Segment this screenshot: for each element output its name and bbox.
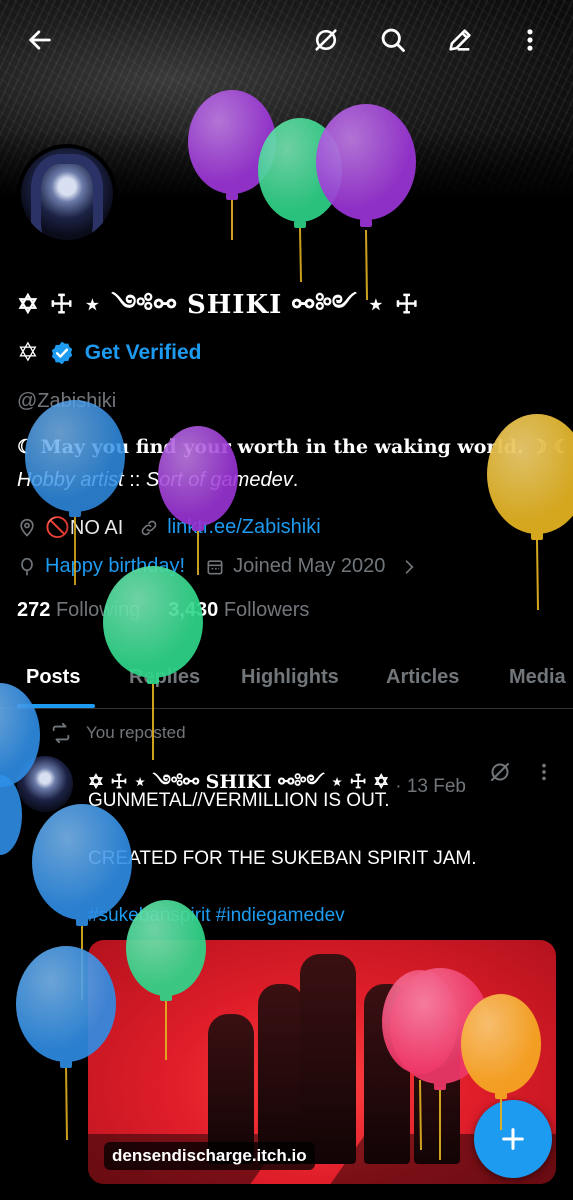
tab-highlights[interactable]: Highlights <box>241 666 339 689</box>
followers-count: 3,430 <box>168 599 219 621</box>
media-figure <box>300 954 356 1164</box>
compose-button[interactable] <box>474 1100 552 1178</box>
meta-row-2: Happy birthday! Joined May 2020 <box>17 555 419 578</box>
grok-icon <box>491 763 509 781</box>
calendar-icon <box>207 559 223 574</box>
post-author-avatar[interactable] <box>17 756 73 812</box>
active-tab-indicator <box>17 704 95 708</box>
post-date: · 13 Feb <box>395 776 466 797</box>
meta-row-1: 🚫NO AI linktr.ee/Zabishiki <box>17 515 321 540</box>
back-button[interactable] <box>16 16 64 64</box>
balloon-icon <box>21 557 33 575</box>
chevron-right-icon[interactable] <box>399 557 419 577</box>
search-icon <box>381 28 405 52</box>
post-hashtags[interactable]: #sukebanspirit #indiegamedev <box>88 905 345 927</box>
media-figure <box>364 984 410 1164</box>
tab-articles[interactable]: Articles <box>386 666 459 689</box>
pentagram-glyph: ✡ <box>17 338 39 368</box>
bio-gamedev: Sort of gamedev <box>145 469 293 491</box>
avatar-hair <box>31 154 103 238</box>
bio-hobby: Hobby artist <box>17 469 124 491</box>
get-verified-link[interactable]: Get Verified <box>85 341 202 365</box>
following-stat[interactable]: 272 Following <box>17 599 140 621</box>
profile-link[interactable]: linktr.ee/Zabishiki <box>167 516 320 539</box>
following-count: 272 <box>17 599 51 621</box>
bio-line-2: Hobby artist :: Sort of gamedev. <box>17 469 298 492</box>
tab-posts[interactable]: Posts <box>26 666 80 689</box>
birthday-text[interactable]: Happy birthday! <box>45 555 185 578</box>
verified-badge-icon[interactable] <box>49 340 75 366</box>
arrow-left-icon <box>29 30 51 50</box>
plus-icon <box>502 1128 524 1150</box>
repost-label: You reposted <box>86 723 186 742</box>
post-grok-button[interactable] <box>486 758 514 786</box>
media-source-label[interactable]: densendischarge.itch.io <box>104 1142 315 1170</box>
bio-line-1: ☾ May you find your worth in the waking … <box>17 436 571 458</box>
profile-tabs: Posts Replies Highlights Articles Media <box>0 655 573 709</box>
post-more-button[interactable] <box>530 758 558 786</box>
tab-replies[interactable]: Replies <box>129 666 200 689</box>
edit-icon <box>449 29 471 51</box>
tab-media[interactable]: Media <box>509 666 566 689</box>
followers-stat[interactable]: 3,430 Followers <box>168 599 309 621</box>
top-bar <box>0 0 573 80</box>
post-text-line-2: CREATED FOR THE SUKEBAN SPIRIT JAM. <box>88 848 477 869</box>
bio-separator: :: <box>123 469 146 491</box>
repost-icon <box>52 722 70 744</box>
joined-date: Joined May 2020 <box>233 555 386 577</box>
followers-label: Followers <box>223 599 310 621</box>
following-label: Following <box>55 599 141 621</box>
edit-button[interactable] <box>436 16 484 64</box>
media-figure <box>414 1014 460 1164</box>
bio-period: . <box>292 469 299 491</box>
more-button[interactable] <box>506 16 554 64</box>
profile-avatar[interactable] <box>17 144 117 244</box>
follow-stats: 272 Following 3,430 Followers <box>17 599 309 622</box>
more-vertical-icon <box>527 29 533 51</box>
media-figure <box>258 984 304 1164</box>
location-text: 🚫NO AI <box>45 517 124 539</box>
profile-handle: @Zabishiki <box>17 390 117 412</box>
verify-row: ✡ Get Verified <box>17 336 202 370</box>
search-button[interactable] <box>369 16 417 64</box>
repost-indicator: You reposted <box>50 722 186 744</box>
link-icon <box>141 520 157 535</box>
location-icon <box>20 518 34 537</box>
grok-icon <box>315 29 337 51</box>
more-vertical-icon <box>542 763 546 781</box>
grok-button[interactable] <box>302 16 350 64</box>
post-text-line-1: GUNMETAL//VERMILLION IS OUT. <box>88 790 390 811</box>
